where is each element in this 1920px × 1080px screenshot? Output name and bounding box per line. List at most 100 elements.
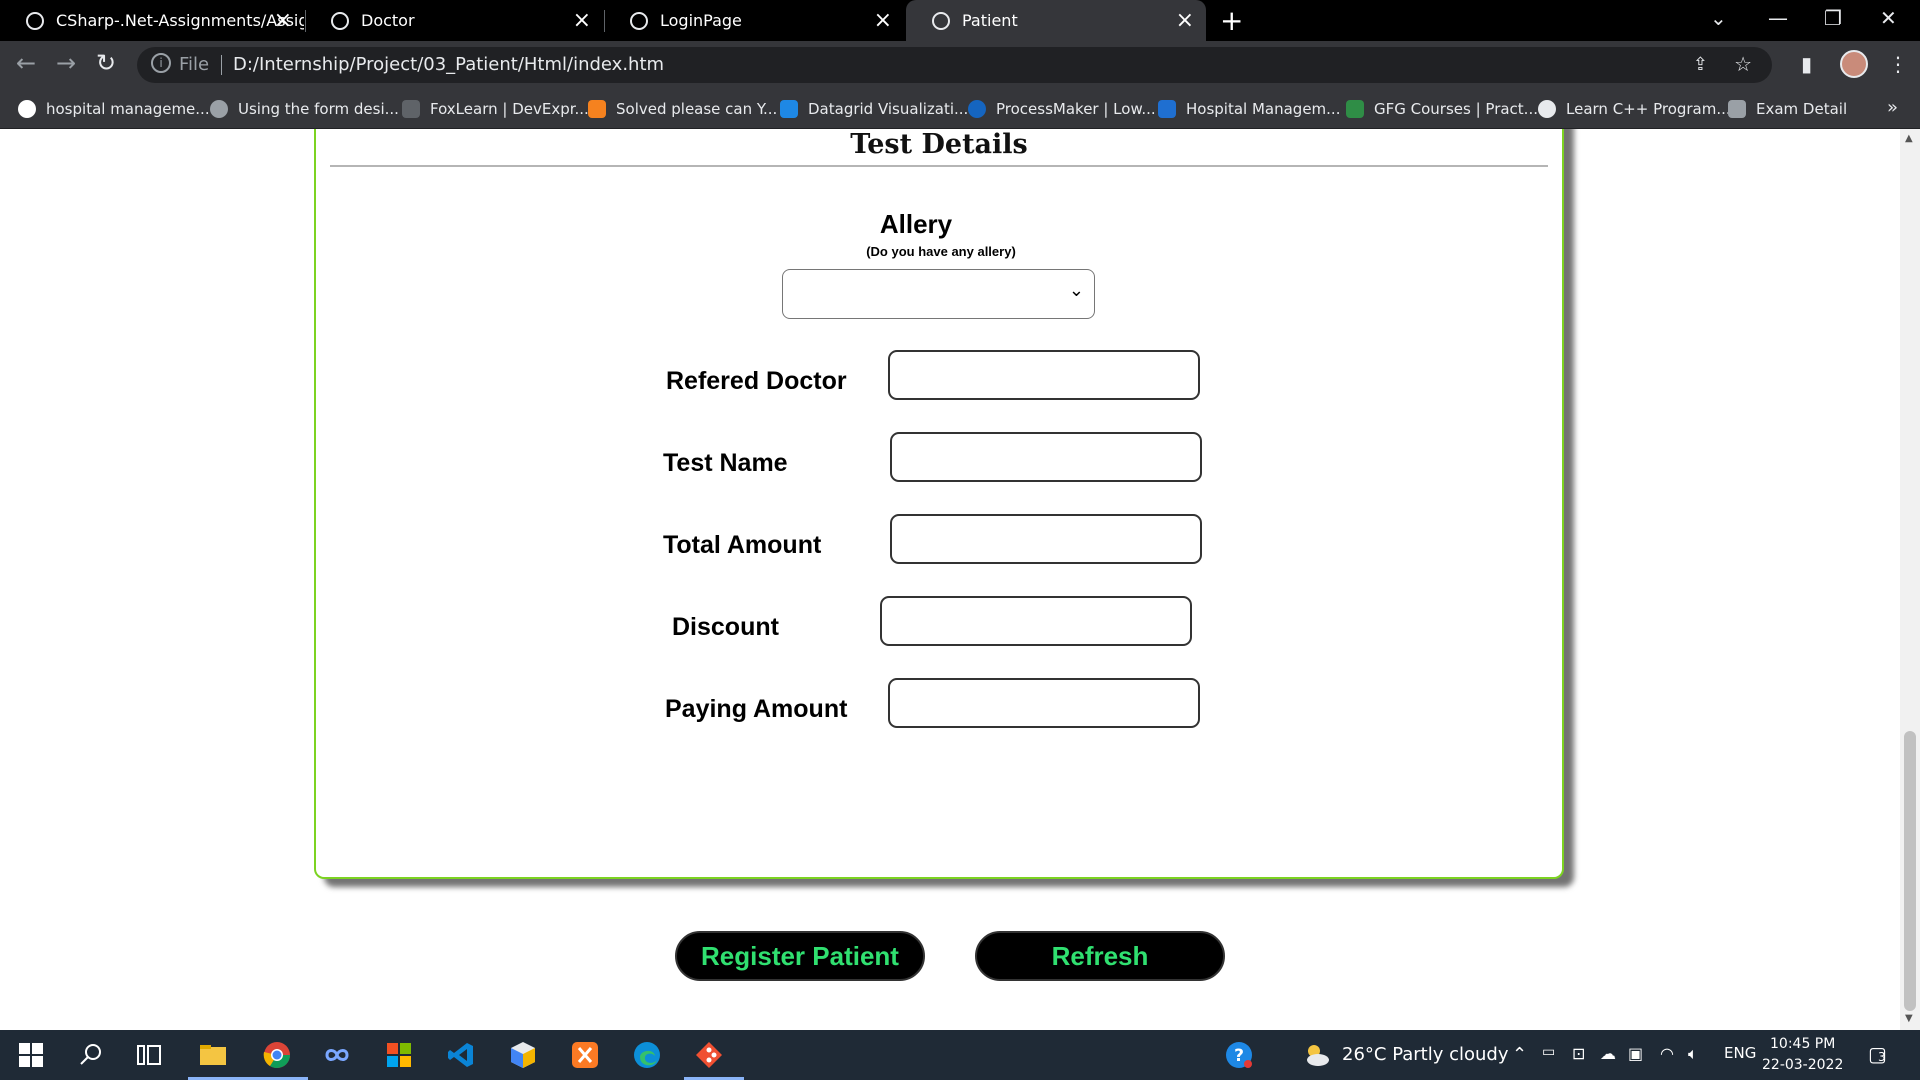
scheme-label: File <box>179 54 210 75</box>
url-text[interactable]: D:/Internship/Project/03_Patient/Html/in… <box>233 54 664 75</box>
reload-icon[interactable]: ↻ <box>96 49 116 77</box>
microsoft-store-icon[interactable] <box>384 1040 414 1070</box>
tab-loginpage[interactable]: LoginPage × <box>604 0 904 41</box>
git-icon[interactable] <box>694 1040 724 1070</box>
bookmark-item[interactable]: hospital manageme... <box>18 98 210 120</box>
task-view-icon[interactable] <box>134 1040 164 1070</box>
bookmark-item[interactable]: Solved please can Y... <box>588 98 777 120</box>
close-window-icon[interactable]: ✕ <box>1880 6 1897 30</box>
side-panel-icon[interactable]: ▮ <box>1801 52 1812 76</box>
bookmark-label: Learn C++ Program... <box>1566 100 1731 118</box>
github-icon <box>26 12 44 30</box>
test-name-input[interactable] <box>890 432 1202 482</box>
processmaker-icon <box>968 100 986 118</box>
bookmark-item[interactable]: GFG Courses | Pract... <box>1346 98 1538 120</box>
scroll-up-icon[interactable]: ▲ <box>1905 133 1913 144</box>
chrome-icon[interactable] <box>262 1040 292 1070</box>
globe-icon <box>210 100 228 118</box>
bookmark-label: Datagrid Visualizati... <box>808 100 969 118</box>
allergy-select[interactable]: ⌄ <box>782 269 1095 319</box>
scrollbar-thumb[interactable] <box>1904 731 1916 1011</box>
section-title: Test Details <box>850 129 1028 160</box>
paying-amount-input[interactable] <box>888 678 1200 728</box>
referred-doctor-input[interactable] <box>888 350 1200 400</box>
exam-icon <box>1728 100 1746 118</box>
restore-icon[interactable]: ❐ <box>1824 6 1842 30</box>
paying-amount-label: Paying Amount <box>665 695 848 723</box>
bookmark-label: Using the form desi... <box>238 100 399 118</box>
infinity-app-icon[interactable] <box>322 1040 352 1070</box>
xampp-icon[interactable] <box>570 1040 600 1070</box>
tray-overflow-icon[interactable]: ⌃ <box>1512 1044 1527 1065</box>
bookmarks-bar: hospital manageme... Using the form desi… <box>0 89 1920 129</box>
battery-icon[interactable]: ▭ <box>1542 1044 1555 1060</box>
vscode-icon[interactable] <box>446 1040 476 1070</box>
profile-avatar[interactable] <box>1840 50 1868 78</box>
discount-input[interactable] <box>880 596 1192 646</box>
volume-icon[interactable]: 🔈︎ <box>1688 1044 1698 1064</box>
file-explorer-icon[interactable] <box>198 1040 228 1070</box>
wifi-icon[interactable]: ◠ <box>1660 1044 1674 1063</box>
register-patient-button[interactable]: Register Patient <box>675 931 925 981</box>
weather-cloud-icon[interactable] <box>1302 1040 1332 1070</box>
close-icon[interactable]: × <box>274 8 292 33</box>
onedrive-icon[interactable]: ☁ <box>1600 1044 1616 1063</box>
tab-patient[interactable]: Patient × <box>906 0 1206 41</box>
bookmark-label: GFG Courses | Pract... <box>1374 100 1538 118</box>
total-amount-label: Total Amount <box>663 531 822 559</box>
weather-text[interactable]: 26°C Partly cloudy <box>1342 1044 1509 1065</box>
close-icon[interactable]: × <box>1176 8 1194 33</box>
tab-search-chevron-icon[interactable]: ⌄ <box>1710 6 1727 30</box>
bookmark-label: hospital manageme... <box>46 100 210 118</box>
clock-time: 10:45 PM <box>1770 1036 1836 1052</box>
edge-icon[interactable] <box>632 1040 662 1070</box>
test-name-label: Test Name <box>663 449 788 477</box>
close-icon[interactable]: × <box>874 8 892 33</box>
back-icon[interactable]: ← <box>16 49 36 77</box>
new-tab-icon[interactable]: + <box>1220 4 1243 37</box>
address-separator <box>221 55 222 75</box>
bookmarks-overflow-icon[interactable]: » <box>1887 97 1898 118</box>
notification-count: 3 <box>1878 1050 1886 1064</box>
tray-app-icon[interactable]: ▣ <box>1628 1044 1643 1063</box>
bookmark-item[interactable]: FoxLearn | DevExpr... <box>402 98 589 120</box>
forward-icon[interactable]: → <box>56 49 76 77</box>
bookmark-item[interactable]: Using the form desi... <box>210 98 399 120</box>
minimize-icon[interactable]: — <box>1768 6 1788 30</box>
referred-doctor-label: Refered Doctor <box>666 367 847 395</box>
svg-text:?: ? <box>1234 1046 1244 1066</box>
bookmark-item[interactable]: Hospital Managem... <box>1158 98 1340 120</box>
close-icon[interactable]: × <box>573 8 591 33</box>
page-scrollbar[interactable]: ▲ ▼ <box>1900 129 1920 1030</box>
share-icon[interactable]: ⇪ <box>1693 54 1708 75</box>
tab-title: CSharp-.Net-Assignments/Assign <box>56 11 304 30</box>
bookmark-item[interactable]: Exam Detail <box>1728 98 1847 120</box>
globe-icon <box>1538 100 1556 118</box>
bookmark-star-icon[interactable]: ☆ <box>1734 52 1752 76</box>
address-bar[interactable]: i File D:/Internship/Project/03_Patient/… <box>137 47 1772 83</box>
search-icon[interactable] <box>76 1040 106 1070</box>
cube-app-icon[interactable] <box>508 1040 538 1070</box>
total-amount-input[interactable] <box>890 514 1202 564</box>
bookmark-item[interactable]: ProcessMaker | Low... <box>968 98 1156 120</box>
windows-start-icon[interactable] <box>16 1040 46 1070</box>
help-icon[interactable]: ? <box>1224 1040 1254 1070</box>
info-icon[interactable]: i <box>151 53 171 73</box>
notification-icon[interactable]: ▢ 3 <box>1868 1042 1887 1066</box>
allergy-label: Allery <box>879 209 953 239</box>
language-indicator[interactable]: ENG <box>1724 1044 1756 1062</box>
device-icon[interactable]: ⊡ <box>1572 1044 1585 1063</box>
clock[interactable]: 10:45 PM 22-03-2022 <box>1762 1034 1843 1076</box>
bookmark-item[interactable]: Datagrid Visualizati... <box>780 98 968 120</box>
menu-icon[interactable]: ⋮ <box>1888 52 1908 76</box>
google-icon <box>18 100 36 118</box>
refresh-button[interactable]: Refresh <box>975 931 1225 981</box>
tab-github[interactable]: CSharp-.Net-Assignments/Assign × <box>0 0 304 41</box>
visual-studio-icon <box>1158 100 1176 118</box>
tab-doctor[interactable]: Doctor × <box>305 0 603 41</box>
scroll-down-icon[interactable]: ▼ <box>1905 1013 1913 1024</box>
globe-icon <box>932 12 950 30</box>
globe-icon <box>331 12 349 30</box>
bookmark-item[interactable]: Learn C++ Program... <box>1538 98 1731 120</box>
chegg-icon <box>588 100 606 118</box>
